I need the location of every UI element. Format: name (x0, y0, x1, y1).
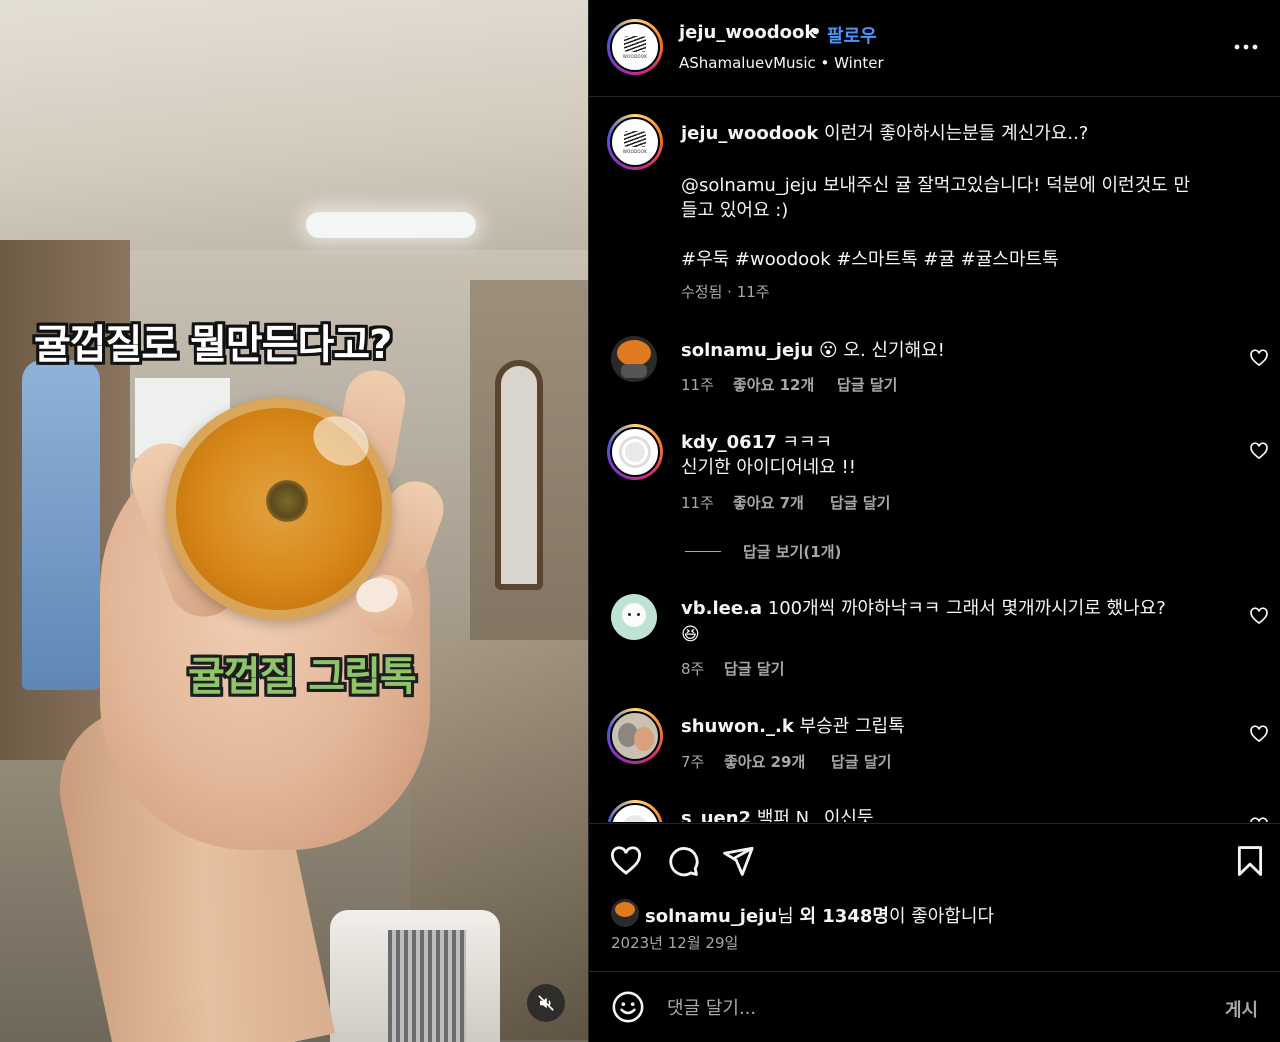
audio-track[interactable]: Winter (834, 54, 883, 72)
comment-time[interactable]: 11주 (681, 374, 714, 395)
video-caption-bottom: 귤껍질 그립톡 (188, 654, 417, 700)
caption-hashtags[interactable]: #우둑 #woodook #스마트톡 #귤 #귤스마트톡 (681, 247, 1261, 272)
photo-hanging-cloth (22, 360, 100, 690)
liked-by-avatar[interactable] (611, 899, 639, 927)
post-caption: jeju_woodook 이런거 좋아하시는분들 계신가요..? (681, 121, 1261, 146)
comment-time[interactable]: 8주 (681, 658, 704, 679)
smiley-icon[interactable] (611, 990, 645, 1024)
comment-username[interactable]: s_uen2 (681, 808, 751, 822)
post-comment-button[interactable]: 게시 (1225, 996, 1258, 1022)
comment-body: shuwon._.k 부승관 그립톡 (681, 714, 1221, 739)
more-options-button[interactable] (1229, 30, 1263, 64)
mute-button[interactable] (527, 984, 565, 1022)
post-media-video[interactable]: 귤껍질로 뭘만든다고? 귤껍질 그립톡 (0, 0, 588, 1042)
audio-artist[interactable]: AShamaluevMusic (679, 54, 816, 72)
comment-text: 부승관 그립톡 (799, 716, 905, 737)
caption-line-2: @solnamu_jeju 보내주신 귤 잘먹고있습니다! 덕분에 이런것도 만 (681, 175, 1191, 196)
reply-button[interactable]: 답글 달기 (724, 658, 784, 679)
comments-list[interactable]: WOODOOK jeju_woodook 이런거 좋아하시는분들 계신가요..?… (589, 98, 1280, 822)
comment-text: 백퍼 N_ 이신듯 (756, 808, 874, 822)
comment-like-heart-icon[interactable] (1249, 348, 1269, 368)
like-count[interactable]: 외 1348명 (799, 906, 888, 927)
photo-mirror (495, 360, 543, 590)
post-header: WOODOOK jeju_woodook • 팔로우 AShamaluevMus… (589, 0, 1280, 97)
commenter-avatar[interactable] (607, 424, 663, 480)
add-comment-bar: 게시 (589, 971, 1280, 1042)
commenter-avatar[interactable] (607, 708, 663, 764)
header-separator: • (810, 22, 822, 43)
comment-emoji: 😮 (818, 340, 838, 361)
comment-likes[interactable]: 좋아요 7개 (733, 492, 804, 513)
bookmark-icon[interactable] (1233, 844, 1267, 878)
more-horizontal-icon (1234, 44, 1258, 50)
heart-icon[interactable] (609, 844, 643, 878)
comment-icon[interactable] (666, 844, 700, 878)
video-caption-top: 귤껍질로 뭘만든다고? (34, 322, 392, 368)
comment-body: vb.lee.a 100개씩 까야하낙ㅋㅋ 그래서 몇개까시기로 했나요? (681, 596, 1221, 621)
comment-body: s_uen2 백퍼 N_ 이신듯 (681, 806, 1221, 822)
comment-likes[interactable]: 좋아요 12개 (733, 374, 814, 395)
author-avatar[interactable]: WOODOOK (607, 19, 663, 75)
caption-line-1: 이런거 좋아하시는분들 계신가요..? (824, 123, 1089, 144)
commenter-avatar[interactable] (611, 594, 657, 640)
comment-time[interactable]: 11주 (681, 492, 714, 513)
comment-text: ㅋㅋㅋ (782, 432, 833, 453)
audio-separator: • (820, 54, 830, 72)
liked-by-username[interactable]: solnamu_jeju (645, 906, 777, 927)
comment-emoji: 😆 (681, 624, 700, 645)
reply-button[interactable]: 답글 달기 (831, 751, 891, 772)
default-avatar-icon (622, 439, 648, 465)
caption-avatar[interactable]: WOODOOK (607, 114, 663, 170)
comment-text-line-2: 신기한 아이디어네요 !! (681, 457, 856, 478)
commenter-avatar[interactable] (611, 336, 657, 382)
comment-username[interactable]: vb.lee.a (681, 598, 762, 619)
caption-line-3: 들고 있어요 :) (681, 200, 789, 221)
caption-meta: 수정됨 · 11주 (681, 283, 770, 301)
author-username[interactable]: jeju_woodook (679, 22, 816, 43)
comment-input[interactable] (667, 990, 1207, 1026)
comment-time[interactable]: 7주 (681, 751, 704, 772)
view-replies-button[interactable]: 답글 보기(1개) (743, 541, 841, 562)
tangerine-stem (266, 480, 308, 522)
post-side-panel: WOODOOK jeju_woodook • 팔로우 AShamaluevMus… (588, 0, 1280, 1042)
comment-text: 100개씩 까야하낙ㅋㅋ 그래서 몇개까시기로 했나요? (767, 598, 1166, 619)
comment-like-heart-icon[interactable] (1249, 724, 1269, 744)
photo-ceiling (0, 0, 588, 250)
speaker-muted-icon (538, 995, 554, 1011)
default-avatar-icon (622, 815, 648, 822)
comment-like-heart-icon[interactable] (1249, 606, 1269, 626)
comment-text: 오. 신기해요! (843, 340, 945, 361)
comment-like-heart-icon[interactable] (1249, 816, 1269, 822)
reply-button[interactable]: 답글 달기 (837, 374, 897, 395)
comment-username[interactable]: shuwon._.k (681, 716, 794, 737)
reply-button[interactable]: 답글 달기 (830, 492, 890, 513)
post-date[interactable]: 2023년 12월 29일 (611, 932, 738, 953)
comment-body: kdy_0617 ㅋㅋㅋ (681, 430, 1221, 455)
commenter-avatar[interactable] (607, 800, 663, 822)
view-replies-line (685, 551, 721, 552)
comment-username[interactable]: solnamu_jeju (681, 340, 813, 361)
liked-by-summary[interactable]: solnamu_jeju님 외 1348명이 좋아합니다 (645, 902, 994, 928)
comment-likes[interactable]: 좋아요 29개 (724, 751, 805, 772)
caption-username[interactable]: jeju_woodook (681, 123, 818, 144)
photo-lamp (306, 212, 476, 238)
comment-like-heart-icon[interactable] (1249, 441, 1269, 461)
post-actions: solnamu_jeju님 외 1348명이 좋아합니다 2023년 12월 2… (589, 823, 1280, 971)
share-icon[interactable] (721, 844, 755, 878)
comment-username[interactable]: kdy_0617 (681, 432, 777, 453)
photo-heater-grill (388, 930, 466, 1042)
follow-button[interactable]: 팔로우 (827, 22, 877, 48)
woodook-logo-icon (624, 35, 646, 52)
woodook-logo-icon (624, 130, 646, 147)
audio-attribution[interactable]: AShamaluevMusic • Winter (679, 54, 884, 72)
comment-body: solnamu_jeju 😮 오. 신기해요! (681, 338, 1221, 363)
